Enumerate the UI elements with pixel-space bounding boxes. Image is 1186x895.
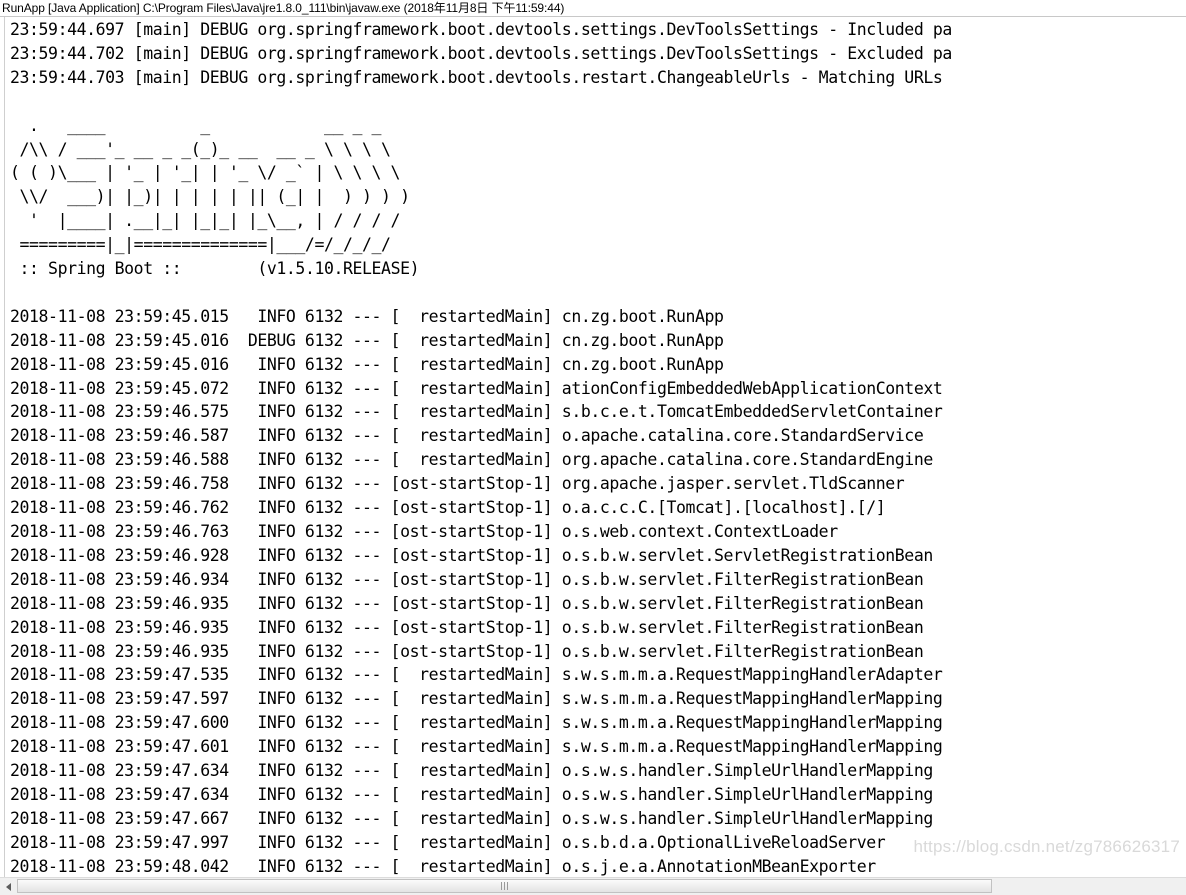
banner-version: (v1.5.10.RELEASE): [257, 259, 420, 279]
console-window: RunApp [Java Application] C:\Program Fil…: [0, 0, 1186, 895]
window-title: RunApp [Java Application] C:\Program Fil…: [0, 0, 1186, 17]
console-body: 23:59:44.697 [main] DEBUG org.springfram…: [0, 16, 1186, 877]
console-output-area[interactable]: 23:59:44.697 [main] DEBUG org.springfram…: [5, 16, 1186, 877]
scroll-left-arrow-icon[interactable]: [1, 878, 16, 895]
banner-spacer: [191, 259, 258, 278]
devtools-debug-lines: 23:59:44.697 [main] DEBUG org.springfram…: [10, 19, 952, 87]
log-line-block: 2018-11-08 23:59:45.015 INFO 6132 --- [ …: [10, 306, 943, 876]
spring-boot-banner-footer: :: Spring Boot :: (v1.5.10.RELEASE): [10, 257, 1186, 281]
banner-footer-label: :: Spring Boot ::: [10, 259, 191, 279]
horizontal-scrollbar[interactable]: [0, 877, 1186, 895]
scrollbar-right-filler: [1012, 878, 1186, 895]
scrollbar-grip-icon: [500, 882, 509, 890]
scrollbar-thumb[interactable]: [17, 879, 992, 893]
spring-boot-ascii-banner: . ____ _ __ _ _ /\\ / ___'_ __ _ _(_)_ _…: [10, 115, 410, 255]
